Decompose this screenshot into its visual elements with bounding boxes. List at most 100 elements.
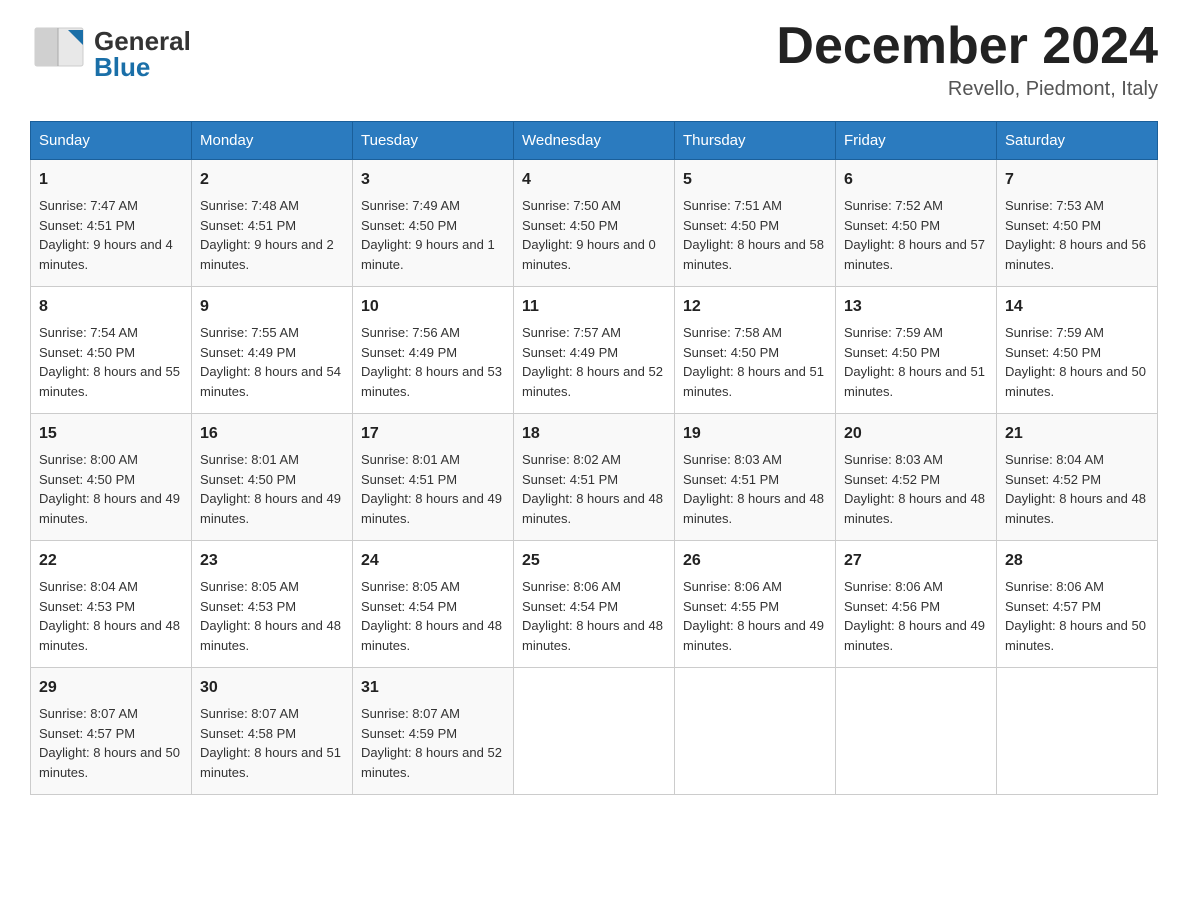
month-title: December 2024 [776,20,1158,72]
day-number: 12 [683,295,827,319]
page-header: General Blue December 2024 Revello, Pied… [30,20,1158,101]
day-number: 30 [200,676,344,700]
calendar-cell: 20 Sunrise: 8:03 AMSunset: 4:52 PMDaylig… [836,414,997,541]
day-info: Sunrise: 7:56 AMSunset: 4:49 PMDaylight:… [361,325,502,399]
day-info: Sunrise: 8:07 AMSunset: 4:58 PMDaylight:… [200,706,341,780]
day-info: Sunrise: 8:03 AMSunset: 4:52 PMDaylight:… [844,452,985,526]
calendar-week-row: 8 Sunrise: 7:54 AMSunset: 4:50 PMDayligh… [31,287,1158,414]
day-info: Sunrise: 8:02 AMSunset: 4:51 PMDaylight:… [522,452,663,526]
header-saturday: Saturday [997,122,1158,160]
day-number: 6 [844,168,988,192]
day-info: Sunrise: 8:01 AMSunset: 4:50 PMDaylight:… [200,452,341,526]
calendar-cell: 14 Sunrise: 7:59 AMSunset: 4:50 PMDaylig… [997,287,1158,414]
calendar-cell: 17 Sunrise: 8:01 AMSunset: 4:51 PMDaylig… [353,414,514,541]
header-sunday: Sunday [31,122,192,160]
day-info: Sunrise: 8:07 AMSunset: 4:57 PMDaylight:… [39,706,180,780]
day-number: 26 [683,549,827,573]
header-friday: Friday [836,122,997,160]
calendar-cell [675,668,836,795]
header-tuesday: Tuesday [353,122,514,160]
calendar-cell: 30 Sunrise: 8:07 AMSunset: 4:58 PMDaylig… [192,668,353,795]
calendar-cell: 16 Sunrise: 8:01 AMSunset: 4:50 PMDaylig… [192,414,353,541]
day-number: 7 [1005,168,1149,192]
calendar-header-row: Sunday Monday Tuesday Wednesday Thursday… [31,122,1158,160]
day-number: 3 [361,168,505,192]
header-wednesday: Wednesday [514,122,675,160]
calendar-cell: 25 Sunrise: 8:06 AMSunset: 4:54 PMDaylig… [514,541,675,668]
calendar-cell [997,668,1158,795]
day-info: Sunrise: 7:53 AMSunset: 4:50 PMDaylight:… [1005,198,1146,272]
calendar-cell: 9 Sunrise: 7:55 AMSunset: 4:49 PMDayligh… [192,287,353,414]
day-info: Sunrise: 8:00 AMSunset: 4:50 PMDaylight:… [39,452,180,526]
day-number: 10 [361,295,505,319]
calendar-cell: 12 Sunrise: 7:58 AMSunset: 4:50 PMDaylig… [675,287,836,414]
day-number: 14 [1005,295,1149,319]
calendar-cell: 22 Sunrise: 8:04 AMSunset: 4:53 PMDaylig… [31,541,192,668]
calendar-week-row: 15 Sunrise: 8:00 AMSunset: 4:50 PMDaylig… [31,414,1158,541]
day-number: 13 [844,295,988,319]
day-info: Sunrise: 7:59 AMSunset: 4:50 PMDaylight:… [1005,325,1146,399]
calendar-week-row: 1 Sunrise: 7:47 AMSunset: 4:51 PMDayligh… [31,160,1158,287]
calendar-cell: 5 Sunrise: 7:51 AMSunset: 4:50 PMDayligh… [675,160,836,287]
day-number: 9 [200,295,344,319]
calendar-cell: 29 Sunrise: 8:07 AMSunset: 4:57 PMDaylig… [31,668,192,795]
calendar-cell: 11 Sunrise: 7:57 AMSunset: 4:49 PMDaylig… [514,287,675,414]
day-number: 29 [39,676,183,700]
day-info: Sunrise: 7:57 AMSunset: 4:49 PMDaylight:… [522,325,663,399]
day-number: 25 [522,549,666,573]
day-number: 15 [39,422,183,446]
day-number: 18 [522,422,666,446]
location-text: Revello, Piedmont, Italy [776,78,1158,101]
day-number: 5 [683,168,827,192]
calendar-cell: 26 Sunrise: 8:06 AMSunset: 4:55 PMDaylig… [675,541,836,668]
calendar-cell [514,668,675,795]
day-number: 31 [361,676,505,700]
header-monday: Monday [192,122,353,160]
day-info: Sunrise: 7:55 AMSunset: 4:49 PMDaylight:… [200,325,341,399]
day-info: Sunrise: 8:05 AMSunset: 4:53 PMDaylight:… [200,579,341,653]
calendar-cell: 24 Sunrise: 8:05 AMSunset: 4:54 PMDaylig… [353,541,514,668]
day-info: Sunrise: 8:07 AMSunset: 4:59 PMDaylight:… [361,706,502,780]
day-info: Sunrise: 7:47 AMSunset: 4:51 PMDaylight:… [39,198,173,272]
calendar-cell: 2 Sunrise: 7:48 AMSunset: 4:51 PMDayligh… [192,160,353,287]
day-number: 21 [1005,422,1149,446]
logo-blue-text: Blue [94,54,191,80]
logo: General Blue [30,20,191,80]
calendar-week-row: 29 Sunrise: 8:07 AMSunset: 4:57 PMDaylig… [31,668,1158,795]
calendar-cell: 18 Sunrise: 8:02 AMSunset: 4:51 PMDaylig… [514,414,675,541]
day-info: Sunrise: 7:52 AMSunset: 4:50 PMDaylight:… [844,198,985,272]
calendar-cell: 7 Sunrise: 7:53 AMSunset: 4:50 PMDayligh… [997,160,1158,287]
day-info: Sunrise: 7:59 AMSunset: 4:50 PMDaylight:… [844,325,985,399]
calendar-cell: 8 Sunrise: 7:54 AMSunset: 4:50 PMDayligh… [31,287,192,414]
logo-text: General Blue [94,28,191,80]
day-number: 28 [1005,549,1149,573]
calendar-cell: 10 Sunrise: 7:56 AMSunset: 4:49 PMDaylig… [353,287,514,414]
logo-general-text: General [94,28,191,54]
calendar-cell: 15 Sunrise: 8:00 AMSunset: 4:50 PMDaylig… [31,414,192,541]
calendar-cell [836,668,997,795]
day-info: Sunrise: 7:50 AMSunset: 4:50 PMDaylight:… [522,198,656,272]
day-number: 22 [39,549,183,573]
day-number: 16 [200,422,344,446]
day-info: Sunrise: 7:48 AMSunset: 4:51 PMDaylight:… [200,198,334,272]
day-number: 23 [200,549,344,573]
day-info: Sunrise: 7:58 AMSunset: 4:50 PMDaylight:… [683,325,824,399]
calendar-cell: 23 Sunrise: 8:05 AMSunset: 4:53 PMDaylig… [192,541,353,668]
day-info: Sunrise: 8:05 AMSunset: 4:54 PMDaylight:… [361,579,502,653]
day-info: Sunrise: 7:54 AMSunset: 4:50 PMDaylight:… [39,325,180,399]
day-info: Sunrise: 7:51 AMSunset: 4:50 PMDaylight:… [683,198,824,272]
logo-icon [30,20,90,80]
header-thursday: Thursday [675,122,836,160]
calendar-cell: 3 Sunrise: 7:49 AMSunset: 4:50 PMDayligh… [353,160,514,287]
calendar-cell: 19 Sunrise: 8:03 AMSunset: 4:51 PMDaylig… [675,414,836,541]
title-section: December 2024 Revello, Piedmont, Italy [776,20,1158,101]
day-number: 17 [361,422,505,446]
day-number: 4 [522,168,666,192]
day-number: 27 [844,549,988,573]
calendar-cell: 4 Sunrise: 7:50 AMSunset: 4:50 PMDayligh… [514,160,675,287]
day-info: Sunrise: 8:06 AMSunset: 4:55 PMDaylight:… [683,579,824,653]
day-number: 11 [522,295,666,319]
day-info: Sunrise: 8:06 AMSunset: 4:56 PMDaylight:… [844,579,985,653]
day-info: Sunrise: 8:06 AMSunset: 4:54 PMDaylight:… [522,579,663,653]
calendar-week-row: 22 Sunrise: 8:04 AMSunset: 4:53 PMDaylig… [31,541,1158,668]
